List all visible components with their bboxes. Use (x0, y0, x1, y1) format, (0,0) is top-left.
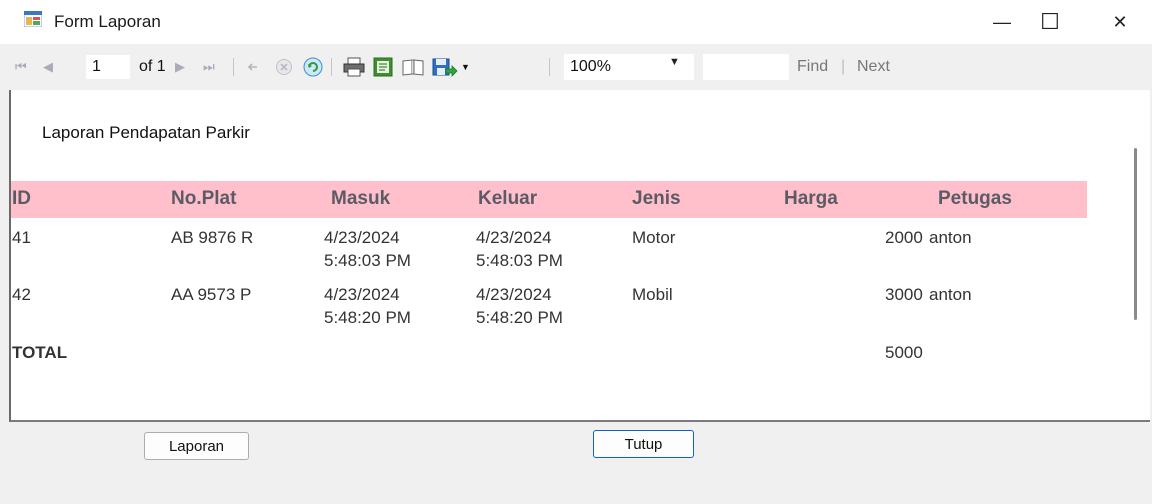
last-page-icon[interactable]: ⏭ (203, 46, 215, 88)
maximize-button[interactable]: ☐ (1022, 0, 1078, 44)
column-header-petugas: Petugas (938, 188, 1012, 209)
stop-icon[interactable] (275, 58, 293, 76)
next-page-icon[interactable]: ▶ (175, 46, 185, 88)
cell-id: 41 (12, 228, 31, 247)
find-next-link[interactable]: Next (857, 58, 890, 76)
column-header-masuk: Masuk (331, 188, 391, 209)
back-arrow-icon[interactable] (245, 59, 261, 75)
cell-keluar-date: 4/23/2024 (476, 228, 552, 247)
report-viewer-toolbar: ⏮ ◀ 1 of 1 ▶ ⏭ ▼ 100% ▼ Find | Next (9, 46, 1150, 88)
cell-jenis: Mobil (632, 285, 673, 304)
column-header-keluar: Keluar (478, 188, 538, 209)
title-bar: Form Laporan — ☐ ✕ (0, 0, 1152, 44)
button-panel: Laporan Tutup (9, 424, 1150, 504)
scrollbar-thumb[interactable] (1134, 148, 1137, 320)
find-input[interactable] (703, 54, 789, 80)
tutup-button[interactable]: Tutup (593, 430, 694, 458)
current-page-input[interactable]: 1 (85, 54, 131, 80)
cell-harga: 2000 (885, 228, 923, 247)
cell-masuk-date: 4/23/2024 (324, 285, 400, 304)
total-value: 5000 (885, 343, 923, 362)
print-layout-icon[interactable] (373, 57, 393, 77)
column-header-id: ID (12, 188, 31, 209)
toolbar-divider (331, 58, 332, 76)
cell-keluar-time: 5:48:03 PM (476, 251, 563, 270)
column-header-jenis: Jenis (632, 188, 681, 209)
export-dropdown-icon[interactable]: ▼ (461, 46, 470, 88)
minimize-icon: — (993, 11, 1011, 32)
cell-harga: 3000 (885, 285, 923, 304)
vertical-scrollbar[interactable] (1130, 90, 1150, 420)
cell-plat: AB 9876 R (171, 228, 254, 247)
print-icon[interactable] (343, 57, 365, 77)
cell-petugas: anton (929, 228, 972, 247)
cell-masuk-time: 5:48:20 PM (324, 308, 411, 327)
find-separator: | (841, 58, 846, 75)
form-laporan-window: Form Laporan — ☐ ✕ ⏮ ◀ 1 of 1 ▶ ⏭ ▼ 100%… (0, 0, 1152, 504)
cell-masuk-date: 4/23/2024 (324, 228, 400, 247)
report-title: Laporan Pendapatan Parkir (42, 123, 250, 142)
cell-petugas: anton (929, 285, 972, 304)
window-title: Form Laporan (54, 12, 161, 31)
cell-plat: AA 9573 P (171, 285, 252, 304)
find-link[interactable]: Find (797, 58, 828, 76)
previous-page-icon[interactable]: ◀ (43, 46, 53, 88)
toolbar-divider (233, 58, 234, 76)
toolbar-divider (549, 58, 550, 76)
cell-keluar-time: 5:48:20 PM (476, 308, 563, 327)
page-setup-icon[interactable] (402, 58, 424, 76)
chevron-down-icon[interactable]: ▼ (669, 56, 680, 68)
export-save-icon[interactable] (432, 56, 460, 78)
total-label: TOTAL (12, 343, 68, 362)
close-icon: ✕ (1112, 11, 1128, 32)
form-app-icon (24, 11, 42, 27)
page-count-label: of 1 (139, 58, 166, 75)
column-header-harga: Harga (784, 188, 838, 209)
maximize-icon: ☐ (1040, 9, 1060, 34)
column-header-plat: No.Plat (171, 188, 237, 209)
refresh-icon[interactable] (303, 57, 323, 77)
cell-masuk-time: 5:48:03 PM (324, 251, 411, 270)
cell-jenis: Motor (632, 228, 676, 247)
report-viewer: Laporan Pendapatan Parkir ID No.Plat Mas… (9, 90, 1150, 422)
first-page-icon[interactable]: ⏮ (15, 46, 27, 88)
laporan-button[interactable]: Laporan (144, 432, 249, 460)
cell-id: 42 (12, 285, 31, 304)
cell-keluar-date: 4/23/2024 (476, 285, 552, 304)
close-button[interactable]: ✕ (1092, 0, 1148, 44)
